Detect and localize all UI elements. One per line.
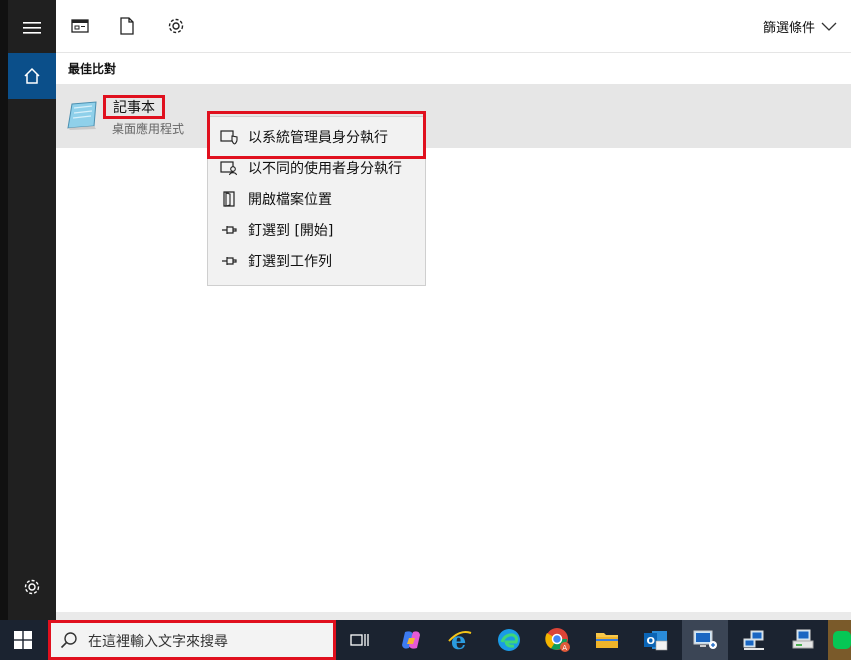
search-results-panel: 篩選條件 最佳比對 記事本 桌面應用程式 (56, 0, 851, 612)
start-button[interactable] (0, 620, 46, 660)
outlook-icon: O (644, 631, 668, 651)
results-toolbar: 篩選條件 (56, 0, 851, 53)
hamburger-icon[interactable] (8, 5, 56, 51)
highlight-search-box (48, 620, 336, 660)
svg-text:A: A (562, 644, 567, 652)
task-view-icon (350, 634, 369, 646)
menu-item-label: 開啟檔案位置 (248, 192, 332, 208)
file-explorer-button[interactable] (584, 620, 630, 660)
documents-icon[interactable] (115, 14, 139, 38)
remote-desktop-icon (693, 630, 717, 649)
folder-icon (596, 633, 618, 648)
filter-dropdown[interactable]: 篩選條件 (763, 17, 837, 36)
svg-text:e: e (451, 627, 466, 653)
menu-pin-to-start[interactable]: 釘選到 [開始] (208, 215, 425, 245)
chevron-down-icon (821, 22, 837, 31)
edge-button[interactable] (486, 620, 532, 660)
section-title: 最佳比對 (68, 62, 117, 76)
copilot-button[interactable] (388, 620, 434, 660)
printer-admin-button[interactable] (780, 620, 826, 660)
computer-management-icon (792, 629, 814, 649)
remote-desktop-button[interactable] (682, 620, 728, 660)
menu-item-label: 以不同的使用者身分執行 (248, 161, 402, 177)
internet-explorer-icon: e (448, 627, 472, 653)
panel-bottom-edge (56, 612, 851, 620)
task-view-button[interactable] (337, 620, 383, 660)
app-type: 桌面應用程式 (112, 122, 185, 136)
internet-explorer-button[interactable]: e (437, 620, 483, 660)
user-icon (220, 159, 238, 177)
menu-pin-to-taskbar[interactable]: 釘選到工作列 (208, 246, 425, 276)
taskbar-search-box[interactable]: 在這裡輸入文字來搜尋 (48, 620, 336, 660)
home-icon[interactable] (8, 53, 56, 99)
pin-icon (220, 221, 238, 239)
menu-item-label: 釘選到工作列 (248, 254, 332, 270)
outlook-button[interactable]: O (633, 620, 679, 660)
all-results-icon[interactable] (68, 14, 92, 38)
windows-logo-icon (14, 631, 32, 649)
menu-item-label: 釘選到 [開始] (248, 223, 334, 239)
network-admin-button[interactable] (731, 620, 777, 660)
best-match-item[interactable]: 記事本 桌面應用程式 (56, 84, 851, 148)
highlight-run-as-admin (207, 111, 426, 159)
edge-icon (498, 629, 520, 651)
pin-icon (220, 252, 238, 270)
filter-label: 篩選條件 (762, 21, 815, 36)
settings-icon[interactable] (164, 14, 188, 38)
chrome-icon: A (545, 628, 570, 652)
notepad-icon (67, 101, 97, 130)
chrome-button[interactable]: A (535, 620, 581, 660)
copilot-icon (402, 631, 420, 649)
highlight-app-name (103, 95, 165, 119)
network-computer-icon (743, 630, 764, 650)
line-button[interactable] (828, 620, 851, 660)
rail-edge (0, 0, 8, 620)
file-location-icon (220, 190, 238, 208)
line-icon (832, 631, 851, 649)
svg-text:O: O (647, 636, 656, 647)
settings-icon[interactable] (8, 564, 56, 610)
left-rail (0, 0, 56, 620)
menu-open-file-location[interactable]: 開啟檔案位置 (208, 184, 425, 214)
